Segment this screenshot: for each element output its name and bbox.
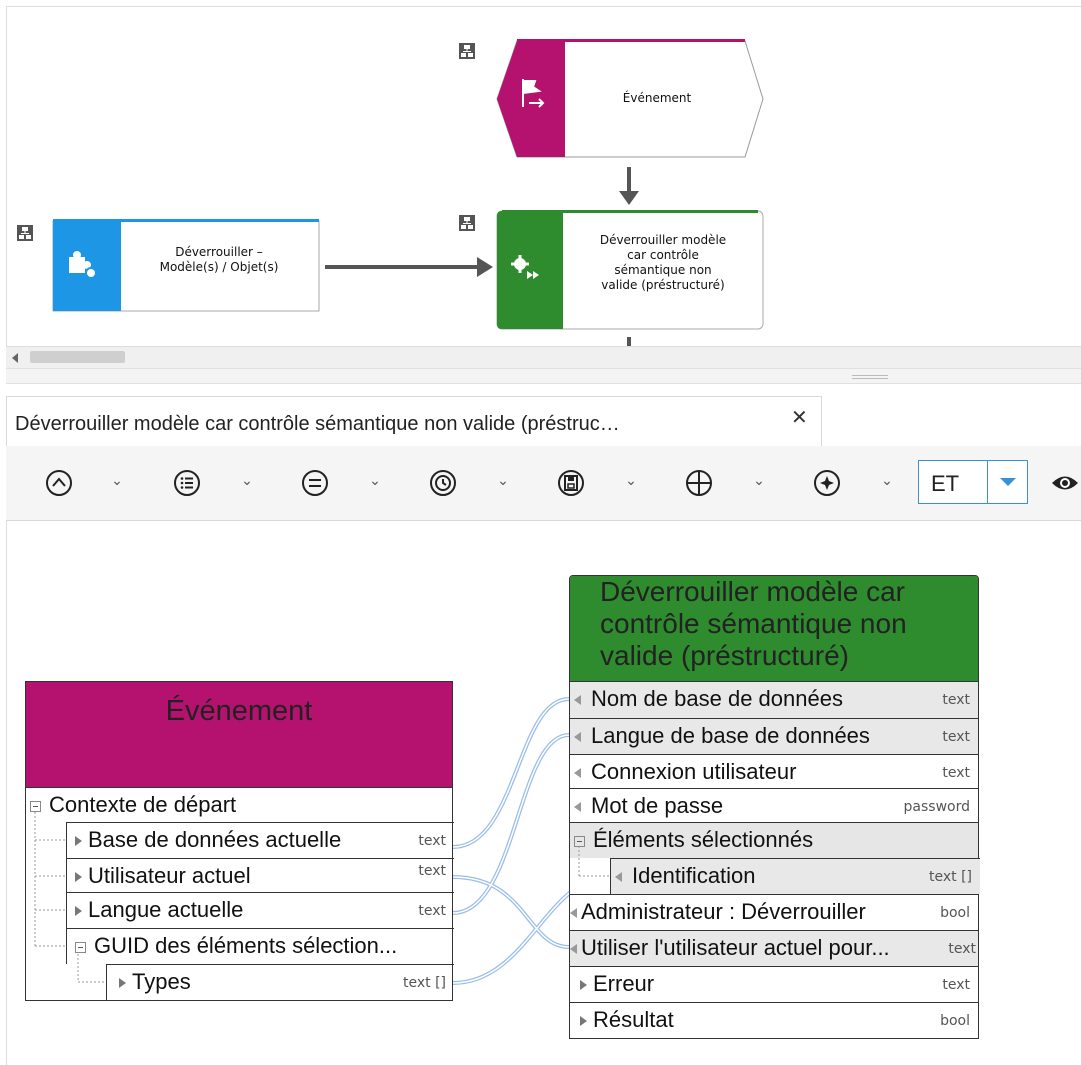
chevron-down-icon[interactable]: ⌄ bbox=[880, 472, 894, 492]
operator-select[interactable]: ET bbox=[918, 460, 988, 504]
input-port-icon bbox=[574, 802, 581, 813]
tree-row[interactable]: Nom de base de données text bbox=[570, 682, 978, 718]
row-label: GUID des éléments sélection... bbox=[94, 933, 398, 958]
scroll-left-icon[interactable] bbox=[12, 353, 18, 363]
tree-row[interactable]: Connexion utilisateur text bbox=[570, 754, 978, 790]
hierarchy-icon[interactable] bbox=[459, 43, 475, 59]
target-node-title: Déverrouiller modèle car contrôle sémant… bbox=[600, 576, 907, 671]
arrow-down-connector bbox=[619, 167, 639, 205]
arrow-right-connector bbox=[325, 257, 493, 277]
expand-icon[interactable] bbox=[119, 978, 126, 989]
row-type: text bbox=[942, 765, 970, 781]
save-circle-icon[interactable] bbox=[556, 468, 586, 498]
equals-circle-icon[interactable] bbox=[300, 468, 330, 498]
tree-guides bbox=[578, 846, 610, 877]
tree-row[interactable]: Mot de passe password bbox=[570, 788, 978, 824]
source-node-header: Événement bbox=[26, 682, 452, 788]
input-port-icon bbox=[570, 944, 577, 955]
row-type: text bbox=[418, 863, 446, 879]
hierarchy-icon[interactable] bbox=[459, 215, 475, 231]
output-port-icon bbox=[580, 1016, 587, 1027]
horizontal-scrollbar[interactable] bbox=[6, 346, 1081, 369]
tree-row[interactable]: Langue de base de données text bbox=[570, 718, 978, 754]
input-port-icon bbox=[570, 908, 577, 919]
row-label: Nom de base de données bbox=[591, 686, 843, 711]
function-label: Déverrouiller modèle car contrôle sémant… bbox=[599, 233, 727, 292]
source-node-title: Événement bbox=[165, 695, 313, 727]
tree-guides bbox=[34, 812, 106, 983]
row-label: Erreur bbox=[593, 971, 655, 996]
list-circle-icon[interactable] bbox=[172, 468, 202, 498]
target-node-header: Déverrouiller modèle car contrôle sémant… bbox=[570, 576, 978, 682]
row-label: Mot de passe bbox=[591, 793, 724, 818]
clock-circle-icon[interactable] bbox=[428, 468, 458, 498]
chevron-down-icon[interactable]: ⌄ bbox=[624, 472, 638, 492]
sparkle-circle-icon[interactable] bbox=[812, 468, 842, 498]
eye-icon[interactable] bbox=[1050, 472, 1080, 494]
tab-title: Déverrouiller modèle car contrôle sémant… bbox=[15, 413, 620, 435]
row-type: text bbox=[942, 977, 970, 993]
close-icon[interactable]: ✕ bbox=[791, 405, 808, 430]
chevron-down-icon[interactable]: ⌄ bbox=[368, 472, 382, 492]
panel-splitter[interactable] bbox=[6, 368, 1081, 384]
tree-row[interactable]: Utilisateur actuel text bbox=[66, 858, 454, 894]
row-type: text bbox=[948, 941, 976, 957]
tree-row[interactable]: Résultat bool bbox=[570, 1002, 978, 1038]
model-canvas[interactable]: Événement Déverrouiller – Modèle(s) / Ob… bbox=[6, 6, 1081, 347]
splitter-grip-icon bbox=[852, 375, 888, 379]
input-port-icon bbox=[574, 732, 581, 743]
tree-row[interactable]: GUID des éléments sélection... bbox=[66, 928, 454, 964]
row-label: Utiliser l'utilisateur actuel pour... bbox=[581, 935, 890, 960]
caret-up-circle-icon[interactable] bbox=[44, 468, 74, 498]
row-type: text bbox=[942, 729, 970, 745]
row-label: Éléments sélectionnés bbox=[593, 827, 814, 852]
input-port-icon bbox=[574, 768, 581, 779]
scrollbar-thumb[interactable] bbox=[30, 351, 125, 363]
operator-value: ET bbox=[931, 471, 960, 496]
tree-row[interactable]: Types text [] bbox=[106, 964, 454, 1000]
unlock-function-label: Déverrouiller – Modèle(s) / Objet(s) bbox=[159, 245, 279, 274]
target-node[interactable]: Déverrouiller modèle car contrôle sémant… bbox=[569, 575, 980, 1039]
row-type: text [] bbox=[402, 975, 446, 991]
event-label: Événement bbox=[622, 91, 692, 105]
row-type: text bbox=[418, 833, 446, 849]
operator-dropdown-button[interactable] bbox=[988, 460, 1028, 504]
row-type: password bbox=[903, 799, 970, 815]
row-type: text bbox=[418, 903, 446, 919]
tree-row[interactable]: Éléments sélectionnés bbox=[570, 822, 978, 858]
tree-row[interactable]: Langue actuelle text bbox=[66, 892, 454, 928]
hierarchy-icon[interactable] bbox=[17, 225, 33, 241]
output-port-icon bbox=[580, 980, 587, 991]
row-label: Résultat bbox=[593, 1007, 674, 1032]
tab-mapping[interactable]: Déverrouiller modèle car contrôle sémant… bbox=[6, 396, 822, 446]
mapping-canvas[interactable]: Événement Contexte de départ Base de don… bbox=[6, 521, 1081, 1065]
row-label: Identification bbox=[632, 863, 756, 888]
tree-row[interactable]: Utiliser l'utilisateur actuel pour... te… bbox=[570, 930, 978, 966]
chevron-down-icon[interactable]: ⌄ bbox=[752, 472, 766, 492]
row-type: text bbox=[942, 692, 970, 708]
tree-row[interactable]: Identification text [] bbox=[610, 858, 980, 894]
row-label: Administrateur : Déverrouiller bbox=[581, 899, 866, 924]
chevron-down-icon[interactable]: ⌄ bbox=[496, 472, 510, 492]
tree-row[interactable]: Administrateur : Déverrouiller bool bbox=[570, 894, 978, 930]
model-diagram bbox=[17, 39, 764, 347]
toolbar: ⌄ ⌄ ⌄ ⌄ ⌄ ⌄ ⌄ ET bbox=[6, 446, 1081, 521]
input-port-icon bbox=[574, 695, 581, 706]
input-port-icon bbox=[615, 872, 622, 883]
row-type: bool bbox=[940, 1013, 970, 1029]
chevron-down-icon[interactable]: ⌄ bbox=[110, 472, 124, 492]
dropdown-arrow-icon bbox=[1000, 478, 1016, 486]
tree-row[interactable]: Base de données actuelle text bbox=[66, 822, 454, 858]
row-label: Langue de base de données bbox=[591, 723, 870, 748]
row-label: Connexion utilisateur bbox=[591, 759, 797, 784]
tree-row[interactable]: Erreur text bbox=[570, 966, 978, 1002]
row-type: text [] bbox=[928, 869, 972, 885]
chevron-down-icon[interactable]: ⌄ bbox=[240, 472, 254, 492]
row-type: bool bbox=[940, 905, 970, 921]
row-label: Types bbox=[132, 969, 191, 994]
plus-circle-icon[interactable] bbox=[684, 468, 714, 498]
row-label: Base de données actuelle bbox=[88, 827, 342, 852]
source-node[interactable]: Événement Contexte de départ Base de don… bbox=[25, 681, 454, 1001]
